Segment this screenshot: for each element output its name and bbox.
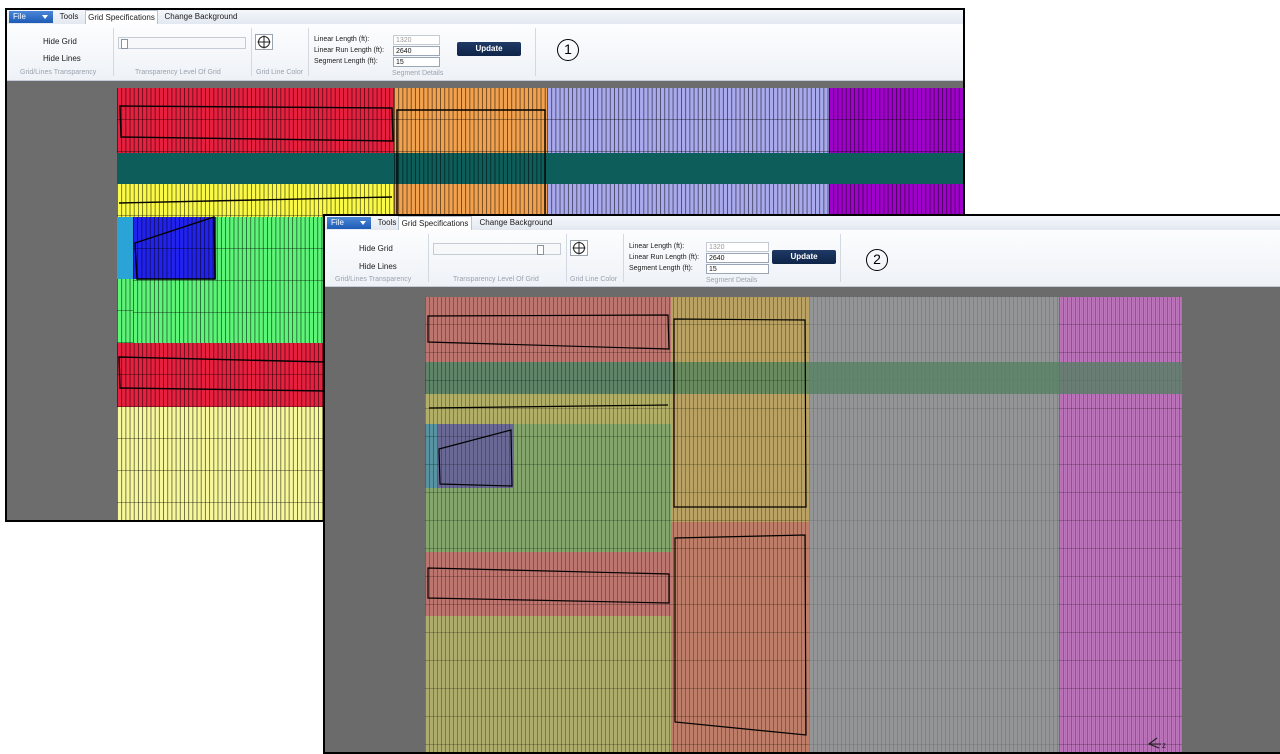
linear-run-length-field[interactable]: 2640	[393, 46, 440, 56]
linear-run-length-field[interactable]: 2640	[706, 253, 769, 263]
north-arrow-icon: z	[1147, 737, 1166, 750]
grid-line-color-button[interactable]	[255, 34, 273, 50]
tab-grid-specifications[interactable]: Grid Specifications	[398, 216, 472, 230]
file-menu-label: File	[13, 12, 26, 21]
step-marker: 1	[557, 39, 579, 61]
file-menu-button[interactable]: File	[327, 217, 371, 229]
group-caption-transparency: Grid/Lines Transparency	[335, 276, 412, 283]
group-caption-level: Transparency Level Of Grid	[453, 276, 539, 283]
step-marker: 2	[866, 249, 888, 271]
plot-outline	[427, 567, 670, 604]
linear-length-label: Linear Length (ft):	[629, 243, 685, 250]
hide-grid-button[interactable]: Hide Grid	[359, 244, 393, 253]
tab-tools[interactable]: Tools	[53, 10, 85, 24]
plot-outline	[674, 534, 807, 736]
group-caption-level: Transparency Level Of Grid	[135, 69, 221, 76]
group-divider	[428, 234, 429, 282]
segment-length-label: Segment Length (ft):	[314, 58, 378, 65]
plot-outline	[673, 318, 807, 508]
transparency-slider[interactable]	[118, 37, 246, 49]
menu-bar: File Tools Grid Specifications Change Ba…	[325, 216, 1280, 231]
plot-line	[428, 404, 669, 409]
group-divider	[251, 28, 252, 76]
crosshair-icon	[572, 241, 586, 255]
hide-lines-button[interactable]: Hide Lines	[359, 262, 397, 271]
svg-text:z: z	[1162, 741, 1166, 750]
linear-length-field[interactable]: 1320	[706, 242, 769, 252]
plot-outline	[134, 216, 216, 280]
plot-outline	[118, 356, 328, 392]
segment-length-label: Segment Length (ft):	[629, 265, 693, 272]
group-caption-segment: Segment Details	[706, 277, 758, 284]
plot-outline	[427, 314, 670, 350]
group-caption-color: Grid Line Color	[256, 69, 304, 76]
group-divider	[535, 28, 536, 76]
field-map-canvas[interactable]: z	[325, 287, 1280, 752]
group-divider	[566, 234, 567, 282]
crosshair-icon	[257, 35, 271, 49]
grid-line-color-button[interactable]	[570, 240, 588, 256]
hide-grid-button[interactable]: Hide Grid	[43, 37, 77, 46]
group-divider	[113, 28, 114, 76]
hide-lines-button[interactable]: Hide Lines	[43, 54, 81, 63]
file-menu-label: File	[331, 218, 344, 227]
group-divider	[840, 234, 841, 282]
chevron-down-icon	[360, 221, 366, 225]
linear-run-length-label: Linear Run Length (ft):	[629, 254, 700, 261]
plot-outline	[438, 429, 513, 487]
transparency-slider[interactable]	[433, 243, 561, 255]
tab-grid-specifications[interactable]: Grid Specifications	[85, 10, 158, 24]
ribbon-panel: Hide Grid Hide Lines Grid/Lines Transpar…	[325, 230, 1280, 287]
plot-outlines: z	[427, 314, 1166, 750]
tab-change-background[interactable]: Change Background	[160, 10, 242, 24]
file-menu-button[interactable]: File	[9, 11, 53, 23]
group-caption-transparency: Grid/Lines Transparency	[20, 69, 97, 76]
group-divider	[308, 28, 309, 76]
linear-run-length-label: Linear Run Length (ft):	[314, 47, 385, 54]
segment-length-field[interactable]: 15	[393, 57, 440, 67]
update-button[interactable]: Update	[457, 42, 521, 56]
menu-bar: File Tools Grid Specifications Change Ba…	[7, 10, 963, 25]
segment-length-field[interactable]: 15	[706, 264, 769, 274]
group-divider	[623, 234, 624, 282]
linear-length-field[interactable]: 1320	[393, 35, 440, 45]
slider-thumb[interactable]	[537, 245, 544, 255]
ribbon-panel: Hide Grid Hide Lines Grid/Lines Transpar…	[7, 24, 963, 81]
slider-thumb[interactable]	[121, 39, 128, 49]
tab-change-background[interactable]: Change Background	[475, 216, 557, 230]
plot-line	[118, 196, 393, 204]
plot-outline	[396, 109, 546, 218]
plot-outline	[119, 105, 394, 142]
group-caption-segment: Segment Details	[392, 70, 444, 77]
grid-app-window-2: File Tools Grid Specifications Change Ba…	[323, 214, 1280, 754]
linear-length-label: Linear Length (ft):	[314, 36, 370, 43]
update-button[interactable]: Update	[772, 250, 836, 264]
group-caption-color: Grid Line Color	[570, 276, 618, 283]
chevron-down-icon	[42, 15, 48, 19]
